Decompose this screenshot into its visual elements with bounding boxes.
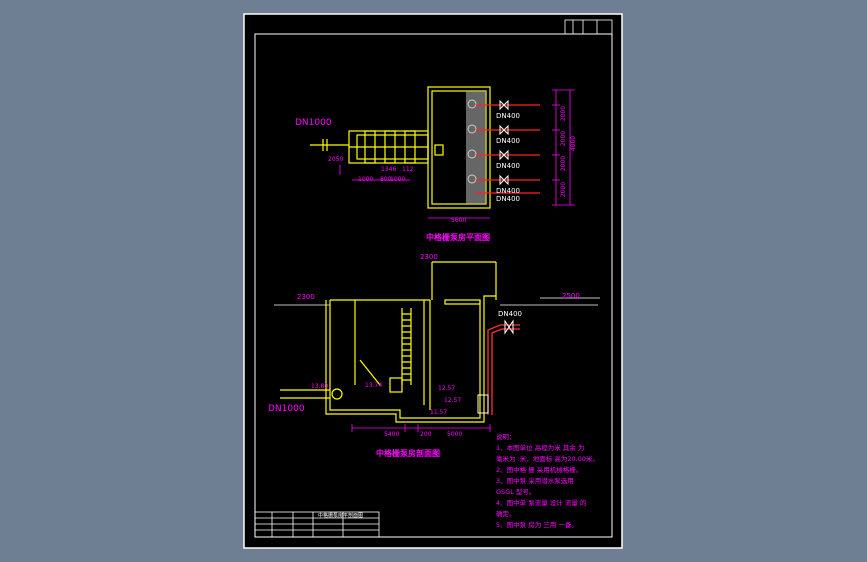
cad-drawing xyxy=(243,13,623,549)
drawing-sheet xyxy=(243,13,623,549)
